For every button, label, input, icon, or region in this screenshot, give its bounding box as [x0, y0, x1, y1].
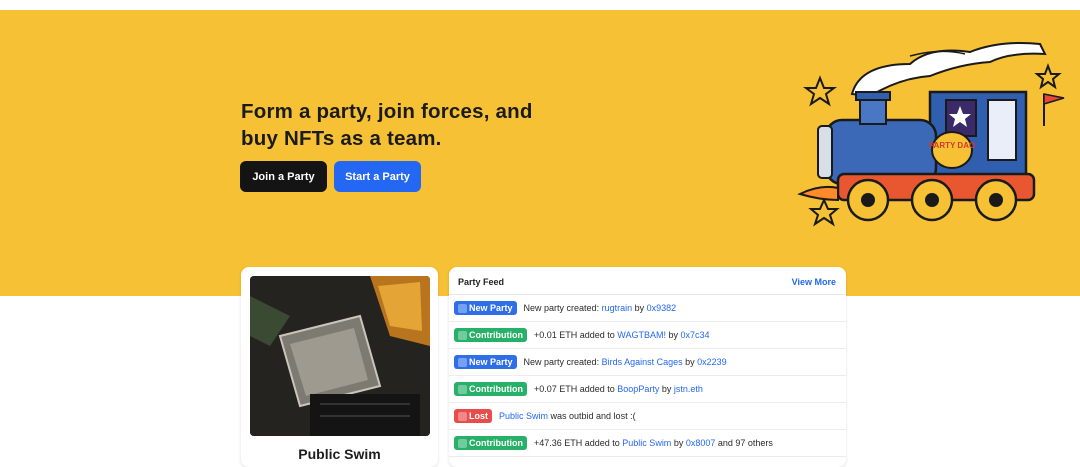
party-link[interactable]: WAGTBAM!	[617, 330, 666, 340]
party-link[interactable]: Public Swim	[622, 438, 671, 448]
feed-row-text: Public Swim was outbid and lost :(	[499, 411, 636, 421]
contribution-badge: Contribution	[454, 382, 527, 396]
user-link[interactable]: jstn.eth	[674, 384, 703, 394]
feed-row: New Party New party created: rugtrain by…	[449, 295, 846, 322]
top-bar	[0, 0, 1080, 10]
join-party-button[interactable]: Join a Party	[240, 161, 327, 192]
party-link[interactable]: rugtrain	[602, 303, 633, 313]
party-card[interactable]: Public Swim	[241, 267, 438, 467]
party-train-illustration: PARTY DAO	[797, 42, 1065, 227]
contribution-badge: Contribution	[454, 328, 527, 342]
new-party-badge: New Party	[454, 301, 517, 315]
feed-row: Contribution +0.01 ETH added to WAGTBAM!…	[449, 322, 846, 349]
money-emoji-icon	[458, 438, 467, 448]
sad-face-icon	[458, 411, 467, 421]
feed-row: Contribution +0.07 ETH added to BoopPart…	[449, 376, 846, 403]
feed-row-text: New party created: rugtrain by 0x9382	[523, 303, 677, 313]
view-more-link[interactable]: View More	[792, 277, 836, 287]
hero-headline: Form a party, join forces, and buy NFTs …	[241, 98, 581, 152]
feed-row-text: +47.36 ETH added to Public Swim by 0x800…	[533, 438, 773, 448]
feed-row: Lost Public Swim was outbid and lost :(	[449, 403, 846, 430]
start-party-button[interactable]: Start a Party	[334, 161, 421, 192]
headline-line-2: buy NFTs as a team.	[241, 127, 442, 150]
party-link[interactable]: Public Swim	[499, 411, 548, 421]
party-feed-panel: Party Feed View More New Party New party…	[449, 267, 846, 467]
feed-row-text: New party created: Birds Against Cages b…	[523, 357, 727, 367]
feed-row: Contribution +47.36 ETH added to Public …	[449, 430, 846, 457]
party-link[interactable]: Birds Against Cages	[602, 357, 683, 367]
new-party-badge: New Party	[454, 355, 517, 369]
user-link[interactable]: 0x2239	[697, 357, 727, 367]
user-link[interactable]: 0x8007	[686, 438, 716, 448]
train-sign-text: PARTY DAO	[929, 141, 975, 150]
card-photo-graphic	[250, 276, 430, 436]
party-feed-header: Party Feed View More	[449, 267, 846, 295]
headline-line-1: Form a party, join forces, and	[241, 100, 533, 123]
party-feed-title: Party Feed	[458, 277, 505, 287]
feed-row-text: +0.07 ETH added to BoopParty by jstn.eth	[533, 384, 703, 394]
party-emoji-icon	[458, 357, 467, 367]
lost-badge: Lost	[454, 409, 492, 423]
party-emoji-icon	[458, 303, 467, 313]
feed-row: New Party New party created: Birds Again…	[449, 349, 846, 376]
party-card-title[interactable]: Public Swim	[241, 446, 438, 462]
party-link[interactable]: BoopParty	[617, 384, 659, 394]
user-link[interactable]: 0x7c34	[680, 330, 709, 340]
money-emoji-icon	[458, 384, 467, 394]
contribution-badge: Contribution	[454, 436, 527, 450]
user-link[interactable]: 0x9382	[647, 303, 677, 313]
money-emoji-icon	[458, 330, 467, 340]
feed-row-text: +0.01 ETH added to WAGTBAM! by 0x7c34	[533, 330, 710, 340]
party-card-image	[250, 276, 430, 436]
